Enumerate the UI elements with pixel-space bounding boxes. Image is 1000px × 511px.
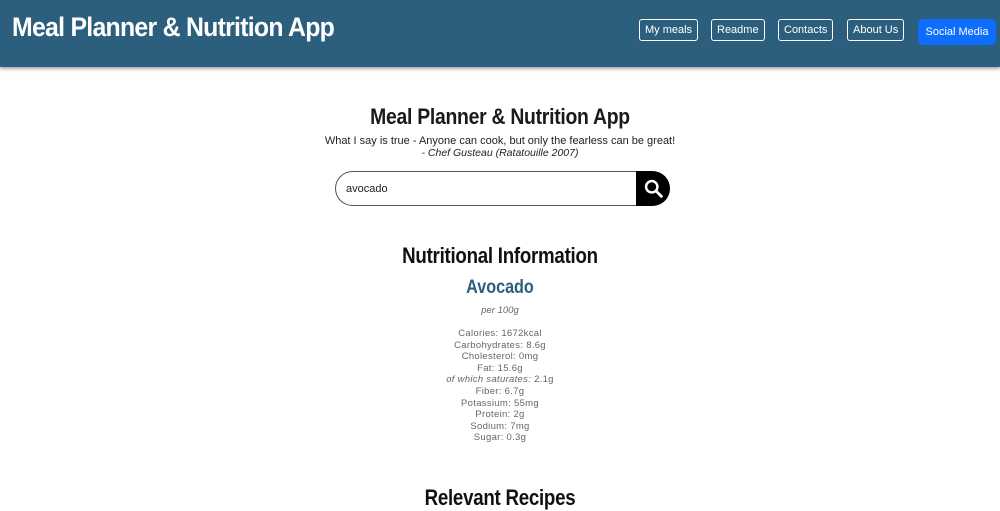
nutrient-row-potassium: Potassium: 55mg	[461, 397, 539, 409]
recipes-section-title: Relevant Recipes	[424, 485, 576, 510]
search-input[interactable]	[335, 171, 637, 206]
nav-link-contacts[interactable]: Contacts	[778, 19, 834, 41]
serving-size: per 100g	[481, 305, 519, 316]
social-media-button[interactable]: Social Media	[918, 19, 996, 45]
search-button[interactable]	[636, 171, 670, 206]
nutrient-row-carbohydrates: Carbohydrates: 8.6g	[454, 339, 546, 351]
search-icon	[644, 179, 663, 198]
nutrient-row-calories: Calories: 1672kcal	[458, 328, 542, 339]
nutrient-row-fiber: Fiber: 6.7g	[475, 385, 525, 397]
navbar: Meal Planner & Nutrition App My meals Re…	[0, 0, 1000, 67]
quote-author: - Chef Gusteau (Ratatouille 2007)	[421, 147, 579, 159]
nav-link-my-meals[interactable]: My meals	[639, 19, 699, 41]
nutrient-row-cholesterol: Cholesterol: 0mg	[461, 351, 539, 363]
nutrient-row-saturates: of which saturates: 2.1g	[446, 374, 554, 386]
nutrient-row-fat: Fat: 15.6g	[477, 362, 523, 374]
nutrient-list: Calories: 1672kcal Carbohydrates: 8.6g C…	[0, 328, 1000, 444]
nav-link-readme[interactable]: Readme	[711, 19, 765, 41]
nutrient-row-sugar: Sugar: 0.3g	[473, 432, 527, 444]
brand-title[interactable]: Meal Planner & Nutrition App	[12, 12, 335, 43]
nav-link-about-us[interactable]: About Us	[847, 19, 905, 41]
quote-text: What I say is true - Anyone can cook, bu…	[324, 135, 676, 147]
nutrition-section-title: Nutritional Information	[402, 243, 598, 268]
page-title: Meal Planner & Nutrition App	[370, 104, 630, 129]
nutrient-row-sodium: Sodium: 7mg	[470, 420, 530, 432]
food-name: Avocado	[466, 277, 534, 298]
nutrient-row-protein: Protein: 2g	[475, 409, 525, 421]
